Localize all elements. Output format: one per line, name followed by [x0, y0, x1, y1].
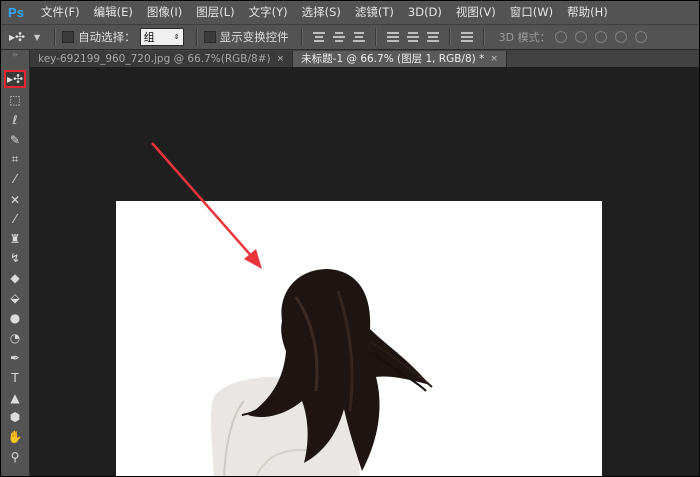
zoom-tool-icon[interactable]: ⚲	[4, 448, 26, 466]
auto-select-dropdown[interactable]: 组 ⇕	[139, 28, 184, 46]
eraser-tool-icon[interactable]: ◆	[4, 269, 26, 287]
annotation-overlay	[151, 142, 262, 269]
options-bar: ▸✣ ▼ 自动选择： 组 ⇕ 显示变换控件 3D 模式：	[0, 24, 700, 50]
menu-layer[interactable]: 图层(L)	[189, 0, 241, 24]
menu-view[interactable]: 视图(V)	[449, 0, 503, 24]
healing-tool-icon[interactable]: ✕	[4, 191, 26, 209]
divider	[300, 28, 303, 46]
photoshop-logo-icon: Ps	[8, 4, 24, 20]
divider	[195, 28, 198, 46]
lasso-tool-icon[interactable]: ℓ	[4, 111, 26, 129]
distribute-bottom-icon[interactable]	[426, 30, 439, 44]
align-vcenter-icon[interactable]	[332, 30, 345, 44]
3d-pan-icon[interactable]	[594, 31, 607, 43]
tab-key-jpg[interactable]: key-692199_960_720.jpg @ 66.7%(RGB/8#) ×	[30, 51, 294, 67]
show-transform-checkbox[interactable]	[203, 31, 216, 43]
move-tool-icon[interactable]: ▸✣	[4, 70, 26, 88]
auto-select-label: 自动选择：	[78, 30, 136, 44]
document-workspace[interactable]	[30, 67, 700, 477]
3d-rotate-icon[interactable]	[554, 31, 567, 43]
chevron-down-icon[interactable]: ▼	[34, 33, 40, 42]
distribute-top-icon[interactable]	[386, 30, 399, 44]
history-brush-tool-icon[interactable]: ↯	[4, 249, 26, 267]
blur-tool-icon[interactable]: ●	[4, 309, 26, 327]
3d-roll-icon[interactable]	[574, 31, 587, 43]
3d-scale-icon[interactable]	[634, 31, 647, 43]
3d-mode-label: 3D 模式：	[498, 31, 551, 44]
menu-window[interactable]: 窗口(W)	[503, 0, 560, 24]
menu-type[interactable]: 文字(Y)	[242, 0, 295, 24]
type-tool-icon[interactable]: T	[4, 369, 26, 387]
paint-bucket-tool-icon[interactable]: ⬙	[4, 289, 26, 307]
eyedropper-tool-icon[interactable]: ⁄	[4, 170, 26, 188]
menu-select[interactable]: 选择(S)	[295, 0, 348, 24]
crop-tool-icon[interactable]: ⌗	[4, 150, 26, 168]
auto-select-value: 组	[143, 31, 155, 44]
tab-label: key-692199_960_720.jpg @ 66.7%(RGB/8#)	[38, 53, 271, 65]
document-tabs: key-692199_960_720.jpg @ 66.7%(RGB/8#) ×…	[30, 50, 700, 67]
tab-untitled-1[interactable]: 未标题-1 @ 66.7% (图层 1, RGB/8) * ×	[293, 51, 507, 67]
menu-image[interactable]: 图像(I)	[140, 0, 189, 24]
tools-panel: ›› ▸✣ ⬚ ℓ ✎ ⌗ ⁄ ✕ ⁄ ♜ ↯ ◆ ⬙ ● ◔ ✒ T ▲ ⬢ …	[0, 50, 30, 477]
align-bottom-icon[interactable]	[352, 30, 365, 44]
close-icon[interactable]: ×	[490, 51, 498, 67]
chevron-updown-icon: ⇕	[173, 33, 180, 41]
marquee-tool-icon[interactable]: ⬚	[4, 91, 26, 109]
shape-tool-icon[interactable]: ⬢	[4, 408, 26, 426]
hand-tool-icon[interactable]: ✋	[4, 428, 26, 446]
divider	[54, 28, 57, 46]
brush-tool-icon[interactable]: ⁄	[4, 210, 26, 228]
close-icon[interactable]: ×	[277, 51, 285, 67]
align-top-icon[interactable]	[312, 30, 325, 44]
distribute-horizontal-icon[interactable]	[460, 30, 473, 44]
pen-tool-icon[interactable]: ✒	[4, 349, 26, 367]
auto-select-checkbox[interactable]	[62, 31, 75, 43]
menu-file[interactable]: 文件(F)	[34, 0, 87, 24]
distribute-vcenter-icon[interactable]	[406, 30, 419, 44]
divider	[448, 28, 451, 46]
menu-filter[interactable]: 滤镜(T)	[348, 0, 401, 24]
path-select-tool-icon[interactable]: ▲	[4, 389, 26, 407]
move-tool-preset-icon[interactable]: ▸✣	[0, 30, 34, 44]
show-transform-label: 显示变换控件	[219, 30, 289, 44]
dodge-tool-icon[interactable]: ◔	[4, 329, 26, 347]
menu-help[interactable]: 帮助(H)	[560, 0, 615, 24]
stamp-tool-icon[interactable]: ♜	[4, 230, 26, 248]
panel-grip-icon[interactable]: ››	[0, 50, 29, 59]
tab-label: 未标题-1 @ 66.7% (图层 1, RGB/8) *	[301, 53, 485, 65]
menu-edit[interactable]: 编辑(E)	[87, 0, 140, 24]
divider	[374, 28, 377, 46]
3d-slide-icon[interactable]	[614, 31, 627, 43]
menu-3d[interactable]: 3D(D)	[401, 0, 449, 24]
menu-bar: Ps 文件(F) 编辑(E) 图像(I) 图层(L) 文字(Y) 选择(S) 滤…	[0, 0, 700, 24]
quick-select-tool-icon[interactable]: ✎	[4, 131, 26, 149]
divider	[482, 28, 485, 46]
